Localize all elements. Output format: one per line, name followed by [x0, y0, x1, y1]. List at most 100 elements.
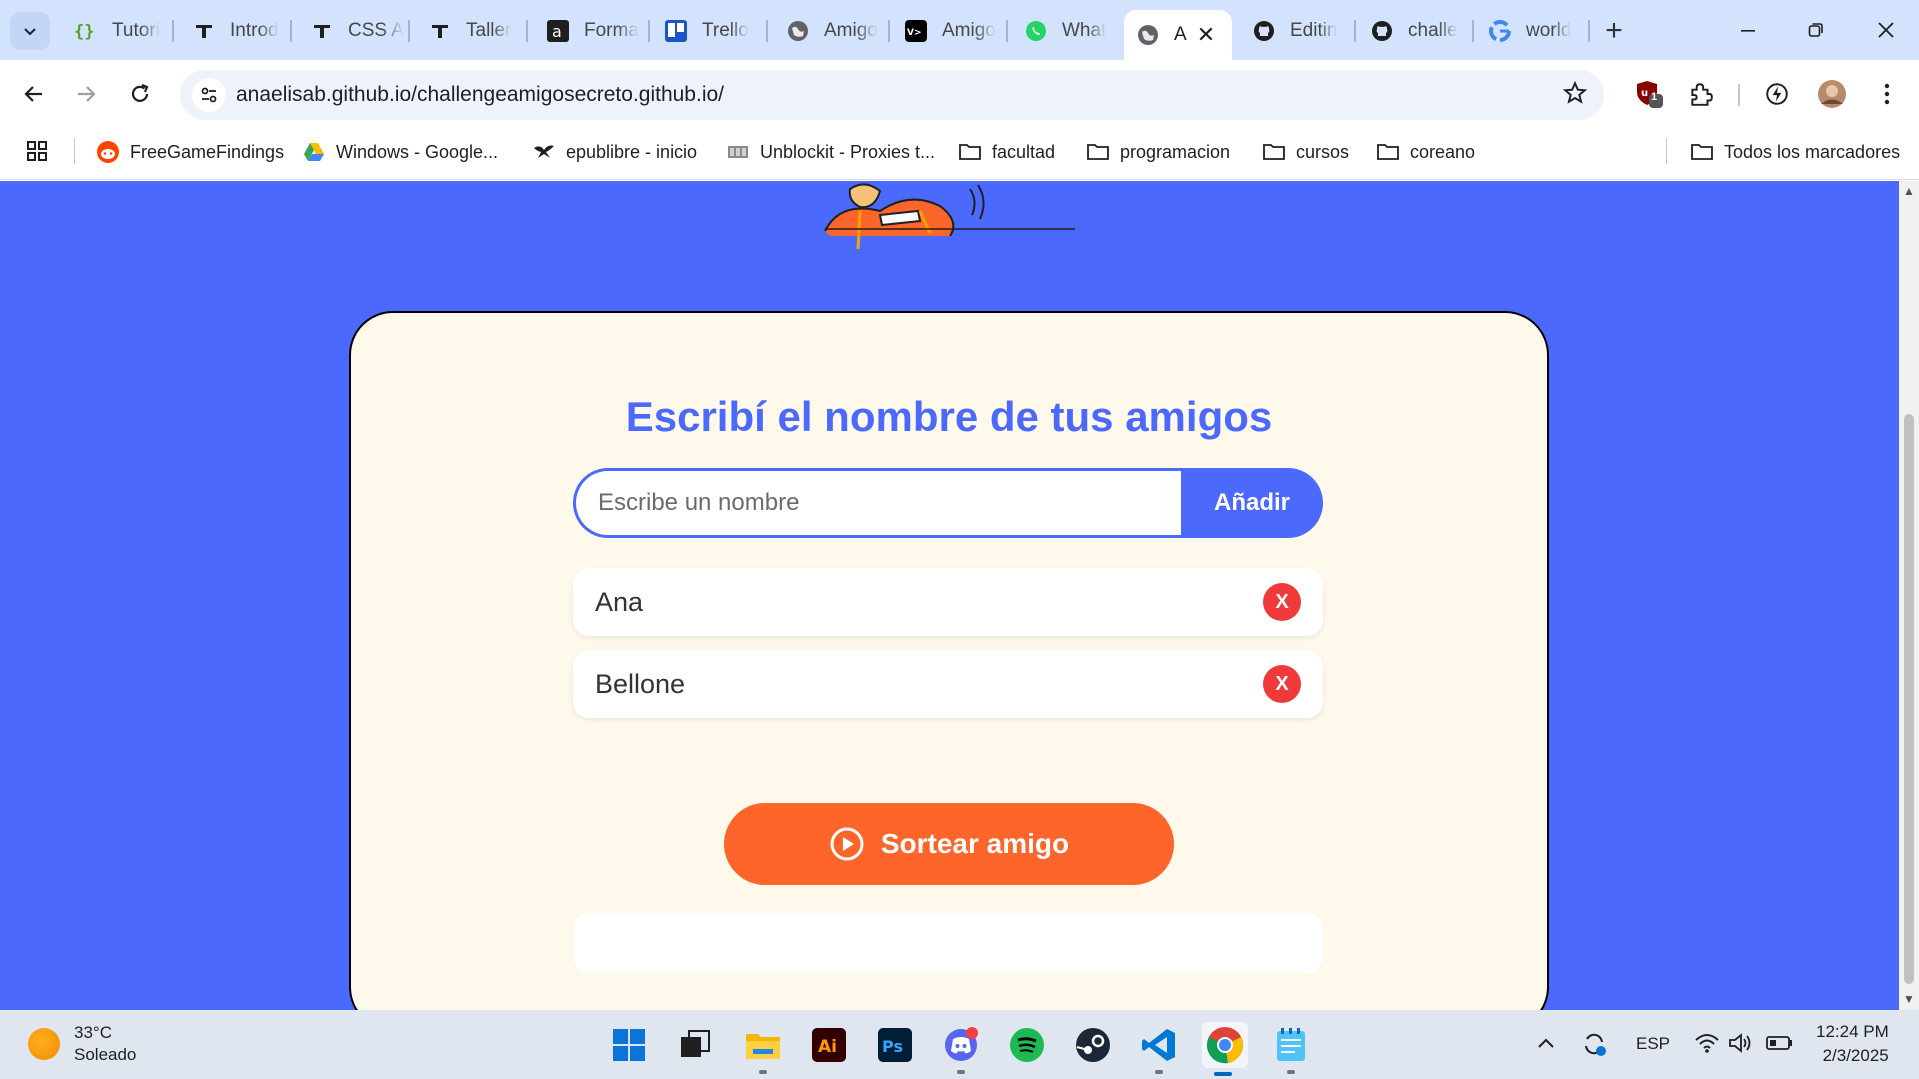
tab-1[interactable]: {} Tutori	[58, 10, 170, 52]
task-view-icon	[681, 1030, 710, 1057]
close-icon	[1878, 22, 1894, 38]
restore-button[interactable]	[1786, 8, 1846, 52]
bookmark-epublibre[interactable]: epublibre - inicio	[532, 140, 697, 164]
globe-icon	[786, 19, 810, 43]
bookmark-folder-cursos[interactable]: cursos	[1262, 140, 1349, 164]
scroll-thumb[interactable]	[1904, 414, 1914, 984]
illustrator-app[interactable]: Ai	[808, 1024, 850, 1066]
t-icon	[310, 19, 334, 43]
trello-icon	[664, 19, 688, 43]
friend-name: Ana	[595, 587, 644, 617]
tab-12[interactable]: challe	[1354, 10, 1470, 52]
wifi-icon[interactable]	[1694, 1032, 1720, 1059]
remove-friend-button[interactable]: X	[1263, 583, 1301, 621]
minimize-button[interactable]	[1718, 8, 1778, 52]
bookmark-folder-facultad[interactable]: facultad	[958, 140, 1055, 164]
back-button[interactable]	[14, 74, 54, 114]
task-view-button[interactable]	[674, 1024, 716, 1066]
sync-icon[interactable]	[1580, 1030, 1608, 1063]
extensions-button[interactable]	[1684, 77, 1718, 111]
notepad-icon	[1277, 1028, 1305, 1061]
extension-badge: 1	[1651, 91, 1658, 103]
tab-3[interactable]: CSS A	[294, 10, 406, 52]
add-button[interactable]: Añadir	[1181, 468, 1323, 538]
profile-avatar[interactable]	[1815, 77, 1849, 111]
spotify-icon	[1010, 1028, 1044, 1062]
close-window-button[interactable]	[1856, 8, 1916, 52]
language-indicator[interactable]: ESP	[1636, 1034, 1670, 1054]
performance-icon[interactable]	[1760, 77, 1794, 111]
tab-label: world	[1526, 20, 1572, 41]
tab-active[interactable]: A ✕	[1124, 10, 1232, 60]
bookmark-unblockit[interactable]: Unblockit - Proxies t...	[726, 140, 935, 164]
tab-2[interactable]: Introd	[176, 10, 288, 52]
tab-divider	[290, 20, 292, 42]
start-button[interactable]	[608, 1024, 650, 1066]
ublock-extension-icon[interactable]: u 1	[1632, 77, 1666, 111]
tab-search-button[interactable]	[10, 12, 50, 50]
bookmark-windows-google[interactable]: Windows - Google...	[302, 140, 498, 164]
tab-strip: {} Tutori Introd CSS A Taller a Forma Tr…	[0, 0, 1919, 60]
tab-divider	[766, 20, 768, 42]
bookmark-star-icon[interactable]	[1562, 80, 1588, 111]
clock[interactable]: 12:24 PM 2/3/2025	[1816, 1020, 1889, 1068]
bookmark-label: epublibre - inicio	[566, 141, 698, 162]
page-scrollbar[interactable]: ▲ ▼	[1899, 181, 1919, 1010]
close-tab-icon[interactable]: ✕	[1197, 22, 1215, 48]
svg-text:{}: {}	[74, 22, 94, 42]
minimize-icon	[1741, 30, 1755, 32]
google-icon	[1488, 19, 1512, 43]
scroll-up-arrow[interactable]: ▲	[1903, 185, 1915, 197]
restore-icon	[1808, 23, 1823, 37]
vscode-app[interactable]	[1138, 1024, 1180, 1074]
tab-7[interactable]: Amigo	[770, 10, 886, 52]
tab-4[interactable]: Taller	[412, 10, 524, 52]
url-text[interactable]: anaelisab.github.io/challengeamigosecret…	[236, 83, 724, 107]
reload-button[interactable]	[120, 74, 160, 114]
steam-app[interactable]	[1072, 1024, 1114, 1066]
chrome-app[interactable]	[1202, 1022, 1248, 1076]
volume-icon[interactable]	[1728, 1032, 1754, 1059]
draw-friend-button[interactable]: Sortear amigo	[724, 803, 1174, 885]
new-tab-button[interactable]: +	[1597, 14, 1631, 48]
tab-label: A	[1174, 24, 1187, 45]
clock-date: 2/3/2025	[1822, 1046, 1889, 1065]
list-item: Ana X	[573, 568, 1323, 636]
weather-desc: Soleado	[74, 1045, 137, 1064]
tab-5[interactable]: a Forma	[530, 10, 646, 52]
tab-6[interactable]: Trello	[648, 10, 764, 52]
forward-button[interactable]	[66, 74, 106, 114]
remove-friend-button[interactable]: X	[1263, 665, 1301, 703]
tab-11[interactable]: Editin	[1236, 10, 1352, 52]
scroll-down-arrow[interactable]: ▼	[1903, 993, 1915, 1005]
site-info-icon[interactable]	[192, 78, 226, 112]
bookmark-freegamefindings[interactable]: FreeGameFindings	[96, 140, 284, 164]
running-indicator	[1214, 1072, 1232, 1076]
tab-8[interactable]: V> Amigo	[888, 10, 1004, 52]
arrow-left-icon	[24, 86, 42, 102]
all-bookmarks-folder[interactable]: Todos los marcadores	[1690, 140, 1900, 164]
discord-app[interactable]	[940, 1024, 982, 1074]
weather-widget[interactable]: 33°C Soleado	[28, 1022, 136, 1066]
discord-icon	[945, 1027, 978, 1061]
apps-button[interactable]	[26, 140, 48, 162]
bookmark-folder-programacion[interactable]: programacion	[1086, 140, 1230, 164]
menu-kebab-icon[interactable]	[1870, 77, 1904, 111]
weather-temp: 33°C	[74, 1023, 112, 1042]
name-input[interactable]	[573, 468, 1185, 538]
battery-icon[interactable]	[1766, 1034, 1794, 1057]
file-explorer-app[interactable]	[742, 1024, 784, 1074]
bookmark-label: cursos	[1296, 141, 1350, 162]
tab-divider	[408, 20, 410, 42]
address-bar[interactable]: anaelisab.github.io/challengeamigosecret…	[180, 70, 1604, 120]
tab-13[interactable]: world	[1472, 10, 1588, 52]
photoshop-app[interactable]: Ps	[874, 1024, 916, 1066]
notepad-app[interactable]	[1270, 1024, 1312, 1074]
spotify-app[interactable]	[1006, 1024, 1048, 1066]
arrow-right-icon	[78, 86, 96, 102]
chevron-down-icon	[24, 28, 36, 36]
tab-9[interactable]: What	[1008, 10, 1118, 52]
drive-icon	[302, 140, 326, 164]
show-hidden-icons[interactable]	[1536, 1034, 1556, 1059]
bookmark-folder-coreano[interactable]: coreano	[1376, 140, 1475, 164]
